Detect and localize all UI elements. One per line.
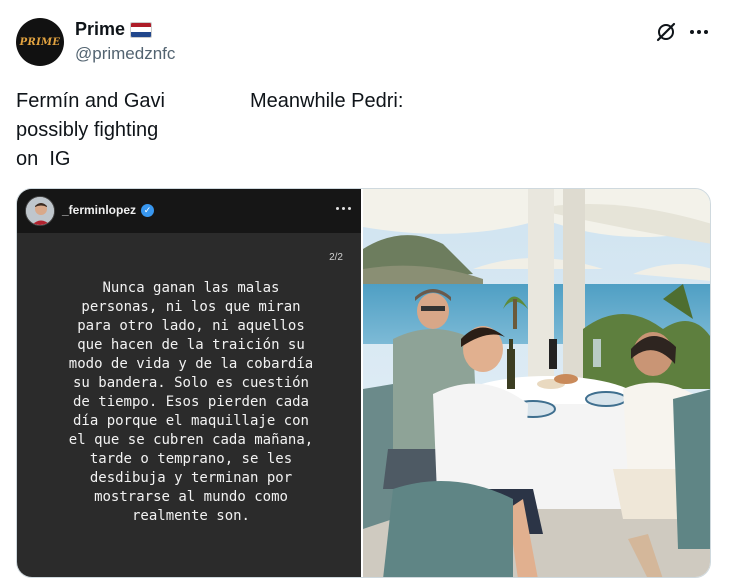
story-message: Nunca ganan las malas personas, ni los q… <box>37 279 345 526</box>
story-user-avatar <box>25 196 55 226</box>
story-username[interactable]: _ferminlopez <box>62 203 136 217</box>
story-line: de tiempo. Esos pierden cada <box>72 394 309 410</box>
tweet-text-line: Fermín and Gavi <box>16 90 165 112</box>
story-line: personas, ni los que miran <box>81 299 301 315</box>
instagram-story-screenshot[interactable]: _ferminlopez ✓ 2/2 Nunca ganan las malas… <box>17 189 361 577</box>
tweet-text-line: Meanwhile Pedri: <box>250 90 404 112</box>
story-line: tarde o temprano, se les <box>89 451 293 467</box>
story-line: mostrarse al mundo como <box>94 489 288 505</box>
story-line: el que se cubren cada mañana, <box>68 432 314 448</box>
author-name-row: Prime <box>75 19 153 40</box>
restaurant-photo[interactable] <box>363 189 710 577</box>
grok-icon[interactable] <box>654 20 678 44</box>
story-page-count: 2/2 <box>329 252 343 263</box>
author-display-name[interactable]: Prime <box>75 19 125 40</box>
verified-badge-icon: ✓ <box>141 203 155 217</box>
photo-illustration <box>363 189 710 577</box>
story-line: su bandera. Solo es cuestión <box>72 375 309 391</box>
story-line: que hacen de la traición su <box>77 337 305 353</box>
more-options-icon[interactable] <box>687 20 711 44</box>
author-handle[interactable]: @primedznfc <box>75 44 175 64</box>
tweet-media[interactable]: _ferminlopez ✓ 2/2 Nunca ganan las malas… <box>16 188 711 578</box>
story-line: Nunca ganan las malas <box>102 280 280 296</box>
avatar-logo-text: PRIME <box>19 36 61 48</box>
story-line: modo de vida y de la cobardía <box>68 356 314 372</box>
story-username-row: _ferminlopez ✓ <box>62 203 155 217</box>
tweet-text-line: possibly fighting <box>16 119 159 141</box>
story-line: día porque el maquillaje con <box>72 413 309 429</box>
story-header: _ferminlopez ✓ <box>17 189 361 233</box>
story-line: para otro lado, ni aquellos <box>77 318 305 334</box>
story-line: realmente son. <box>131 508 250 524</box>
tweet-text-line: on IG <box>16 148 71 170</box>
story-more-icon[interactable] <box>336 207 351 210</box>
author-avatar[interactable]: PRIME <box>16 18 64 66</box>
netherlands-flag-icon <box>130 21 153 38</box>
story-line: desdibuja y terminan por <box>89 470 293 486</box>
